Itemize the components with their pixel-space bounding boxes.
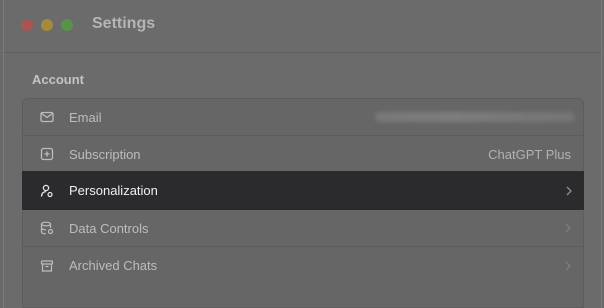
data-controls-row[interactable]: Data Controls xyxy=(23,210,583,247)
settings-window: Settings Account Email Subscription Chat… xyxy=(3,0,602,308)
plus-square-icon xyxy=(39,146,55,162)
archived-chats-label: Archived Chats xyxy=(69,258,158,273)
minimize-window-button[interactable] xyxy=(41,19,53,31)
window-title: Settings xyxy=(92,15,156,32)
person-settings-icon xyxy=(39,183,55,199)
email-row[interactable]: Email xyxy=(23,99,583,136)
maximize-window-button[interactable] xyxy=(61,19,73,31)
archive-box-icon xyxy=(39,258,55,274)
database-icon xyxy=(39,220,55,236)
mail-icon xyxy=(39,109,55,125)
subscription-row[interactable]: Subscription ChatGPT Plus xyxy=(23,136,583,173)
chevron-right-icon xyxy=(563,223,573,233)
email-label: Email xyxy=(69,109,102,125)
data-controls-label: Data Controls xyxy=(69,220,149,236)
title-bar: Settings xyxy=(4,0,601,53)
personalization-row[interactable]: Personalization xyxy=(22,171,584,210)
account-section-label: Account xyxy=(32,72,84,87)
archived-chats-row[interactable]: Archived Chats xyxy=(23,247,583,284)
close-window-button[interactable] xyxy=(21,19,33,31)
personalization-label: Personalization xyxy=(69,183,158,198)
chevron-right-icon xyxy=(564,186,574,196)
subscription-value: ChatGPT Plus xyxy=(488,146,571,162)
chevron-right-icon xyxy=(563,261,573,271)
email-value-redacted xyxy=(375,112,575,122)
account-settings-list: Email Subscription ChatGPT Plus Personal… xyxy=(22,98,584,308)
subscription-label: Subscription xyxy=(69,146,141,162)
